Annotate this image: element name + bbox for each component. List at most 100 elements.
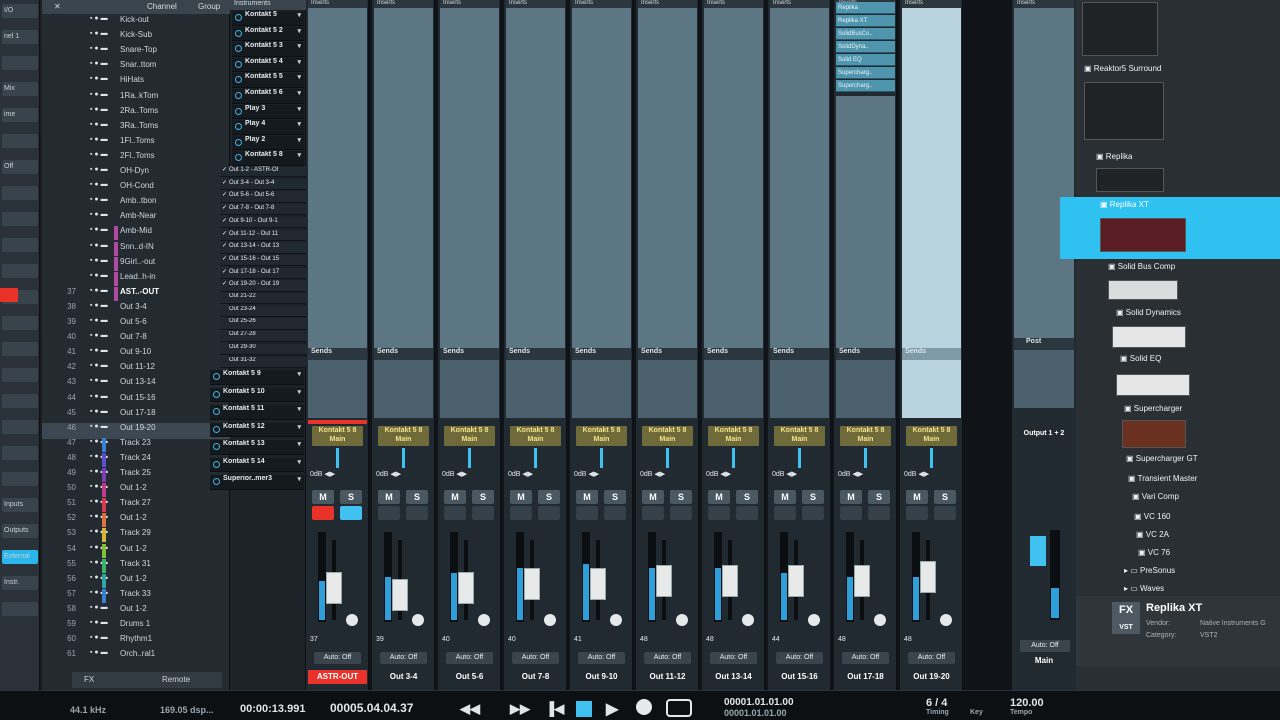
- channel-icons[interactable]: ▪ ● ▬: [90, 347, 112, 354]
- main-fader-cap[interactable]: [1030, 536, 1046, 566]
- channel-icons[interactable]: ▪ ● ▬: [90, 513, 112, 520]
- strip-options[interactable]: 0dB ◀▶: [904, 470, 959, 482]
- channel-row[interactable]: ▪ ● ▬ Kick-Sub: [42, 30, 230, 46]
- strip-options[interactable]: 0dB ◀▶: [508, 470, 563, 482]
- solo-button[interactable]: S: [604, 490, 626, 504]
- left-panel-button[interactable]: Off: [2, 160, 38, 174]
- channel-row[interactable]: ▪ ● ▬ Snn..d-IN: [42, 241, 230, 258]
- monitor-button[interactable]: [802, 506, 824, 520]
- instrument-item[interactable]: Kontakt 5 13 ▾: [210, 440, 304, 455]
- channel-row[interactable]: ▪ ● ▬ 1Fl..Toms: [42, 136, 230, 152]
- channel-row[interactable]: 42 ▪ ● ▬ Out 11-12: [42, 362, 230, 378]
- bus-label[interactable]: Kontakt 5 8 Main: [576, 426, 627, 446]
- bus-label[interactable]: Kontakt 5 8 Main: [708, 426, 759, 446]
- automation-button[interactable]: Auto: Off: [710, 652, 757, 664]
- instrument-item[interactable]: Kontakt 5 11 ▾: [210, 405, 304, 420]
- mute-button[interactable]: M: [444, 490, 466, 504]
- channel-icons[interactable]: ▪ ● ▬: [90, 408, 112, 415]
- fader-cap[interactable]: [656, 564, 672, 597]
- sends-area[interactable]: [308, 360, 367, 418]
- pan-indicator[interactable]: [468, 448, 471, 468]
- left-panel-button[interactable]: Mix: [2, 82, 38, 96]
- instrument-item[interactable]: Kontakt 5 6 ▾: [232, 89, 304, 104]
- sends-area[interactable]: [902, 360, 961, 418]
- channel-row[interactable]: 54 ▪ ● ▬ Out 1-2: [42, 543, 230, 560]
- sends-header[interactable]: Sends: [572, 348, 631, 360]
- channel-icons[interactable]: ▪ ● ▬: [90, 15, 112, 22]
- bus-label[interactable]: Kontakt 5 8 Main: [642, 426, 693, 446]
- power-icon[interactable]: [235, 138, 242, 146]
- instrument-output-item[interactable]: ✓ Out 3-4 - Out 3-4: [220, 178, 306, 191]
- inserts-area[interactable]: [440, 8, 499, 348]
- channel-icons[interactable]: ▪ ● ▬: [90, 242, 112, 249]
- automation-button[interactable]: Auto: Off: [908, 652, 955, 664]
- left-panel-button[interactable]: [2, 472, 38, 486]
- pan-knob[interactable]: [610, 614, 622, 626]
- channel-icons[interactable]: ▪ ● ▬: [90, 468, 112, 475]
- checkbox-icon[interactable]: ✓: [220, 191, 229, 198]
- channel-icons[interactable]: ▪ ● ▬: [90, 151, 112, 158]
- record-arm-button[interactable]: [906, 506, 928, 520]
- inserts-header[interactable]: Inserts: [902, 0, 961, 8]
- left-panel-button[interactable]: [2, 186, 38, 200]
- main-inserts-header[interactable]: Inserts: [1014, 0, 1074, 8]
- bus-label[interactable]: Kontakt 5 8 Main: [444, 426, 495, 446]
- channel-row[interactable]: 50 ▪ ● ▬ Out 1-2: [42, 483, 230, 499]
- solo-button[interactable]: S: [406, 490, 428, 504]
- instrument-output-item[interactable]: ✓ Out 13-14 - Out 13: [220, 242, 306, 254]
- dropdown-icon[interactable]: ▾: [297, 440, 301, 448]
- left-panel-button[interactable]: nel 1: [2, 30, 38, 44]
- monitor-button[interactable]: [538, 506, 560, 520]
- channel-row[interactable]: 60 ▪ ● ▬ Rhythm1: [42, 634, 230, 650]
- dropdown-icon[interactable]: ▾: [297, 405, 301, 413]
- output-label[interactable]: Out 19-20: [902, 670, 961, 684]
- pan-indicator[interactable]: [732, 448, 735, 468]
- instrument-item[interactable]: Kontakt 5 14 ▾: [210, 457, 304, 472]
- left-panel-button[interactable]: [2, 602, 38, 616]
- power-icon[interactable]: [213, 443, 220, 450]
- pan-indicator[interactable]: [600, 448, 603, 468]
- channel-row[interactable]: 46 ▪ ● ▬ Out 19-20: [42, 422, 230, 440]
- pan-knob[interactable]: [544, 614, 556, 626]
- instrument-item[interactable]: Kontakt 5 10 ▾: [210, 387, 304, 402]
- dropdown-icon[interactable]: ▾: [297, 105, 301, 113]
- dropdown-icon[interactable]: ▾: [297, 11, 301, 19]
- stop-icon[interactable]: ▐◀: [545, 701, 564, 717]
- power-icon[interactable]: [235, 92, 242, 99]
- monitor-button[interactable]: [340, 506, 362, 520]
- mute-button[interactable]: M: [312, 490, 334, 504]
- monitor-button[interactable]: [604, 506, 626, 520]
- checkbox-icon[interactable]: ✓: [220, 242, 229, 249]
- mute-button[interactable]: M: [774, 490, 796, 504]
- browser-item[interactable]: ▣ VC 2A: [1136, 530, 1169, 539]
- left-panel-button[interactable]: External: [2, 550, 38, 564]
- left-panel-button[interactable]: I/O: [2, 4, 38, 18]
- channel-icons[interactable]: ▪ ● ▬: [90, 453, 112, 460]
- browser-item[interactable]: ▣ Transient Master: [1128, 474, 1197, 483]
- remote-tab[interactable]: Remote: [162, 675, 190, 684]
- bus-label[interactable]: Kontakt 5 8 Main: [840, 426, 891, 446]
- instrument-output-item[interactable]: ✓ Out 19-20 - Out 19: [220, 280, 306, 292]
- channel-row[interactable]: 53 ▪ ● ▬ Track 29: [42, 528, 230, 544]
- pan-knob[interactable]: [478, 614, 490, 626]
- dropdown-icon[interactable]: ▾: [297, 120, 301, 128]
- instrument-item[interactable]: Kontakt 5 4 ▾: [232, 57, 304, 73]
- channel-row[interactable]: ▪ ● ▬ Snare-Top: [42, 45, 230, 61]
- automation-button[interactable]: Auto: Off: [512, 652, 559, 664]
- channel-row[interactable]: 58 ▪ ● ▬ Out 1-2: [42, 604, 230, 620]
- dropdown-icon[interactable]: ▾: [297, 423, 301, 431]
- channel-row[interactable]: ▪ ● ▬ OH-Cond: [42, 181, 230, 197]
- browser-item[interactable]: ▸ ▭ Waves: [1124, 584, 1164, 593]
- pan-knob[interactable]: [346, 614, 358, 626]
- left-panel-button[interactable]: Instr.: [2, 576, 38, 590]
- automation-button[interactable]: Auto: Off: [380, 652, 427, 664]
- dropdown-icon[interactable]: ▾: [297, 42, 301, 50]
- record-arm-button[interactable]: [312, 506, 334, 520]
- channel-row[interactable]: 40 ▪ ● ▬ Out 7-8: [42, 332, 230, 348]
- power-icon[interactable]: [213, 460, 220, 468]
- browser-item[interactable]: ▣ Supercharger GT: [1126, 454, 1198, 463]
- browser-item[interactable]: ▣ Solid EQ: [1120, 354, 1161, 363]
- bus-label[interactable]: Kontakt 5 8 Main: [774, 426, 825, 446]
- power-icon[interactable]: [213, 373, 220, 380]
- bus-label[interactable]: Kontakt 5 8 Main: [312, 426, 363, 446]
